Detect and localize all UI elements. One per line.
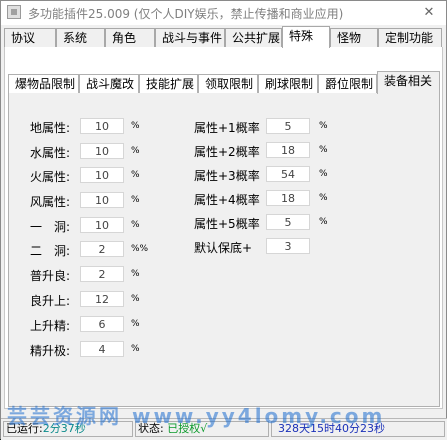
attr-plus5-label: 属性+5概率 bbox=[194, 217, 260, 231]
tab-system[interactable]: 系统 bbox=[56, 28, 105, 47]
main-tab-bar: 协议 系统 角色 战斗与事件 公共扩展 特殊 怪物 定制功能 bbox=[4, 26, 442, 48]
water-attr-label: 水属性: bbox=[30, 146, 71, 160]
socket-two-label: 二 洞: bbox=[30, 244, 71, 258]
normal-to-good-unit: % bbox=[131, 269, 140, 279]
subtab-equipment[interactable]: 装备相关 bbox=[377, 71, 440, 94]
attr-plus2-label: 属性+2概率 bbox=[194, 145, 260, 159]
wind-attr-input[interactable] bbox=[80, 192, 124, 208]
state-value: 已授权√ bbox=[167, 422, 208, 435]
subtab-battle-mod[interactable]: 战斗魔改 bbox=[79, 74, 139, 93]
subtab-rank-limit[interactable]: 爵位限制 bbox=[318, 74, 377, 93]
fire-attr-unit: % bbox=[131, 170, 140, 180]
remaining-cell: 328天15时40分23秒 bbox=[271, 421, 445, 437]
tab-battle-events[interactable]: 战斗与事件 bbox=[155, 28, 225, 47]
sub-tab-bar: 爆物品限制 战斗魔改 技能扩展 领取限制 刷球限制 爵位限制 装备相关 bbox=[8, 71, 440, 94]
attr-plus4-unit: % bbox=[319, 193, 328, 203]
attr-plus1-unit: % bbox=[319, 121, 328, 131]
attr-plus5-input[interactable] bbox=[266, 214, 310, 230]
fine-to-ultimate-unit: % bbox=[131, 344, 140, 354]
attr-plus4-label: 属性+4概率 bbox=[194, 193, 260, 207]
normal-to-good-input[interactable] bbox=[80, 266, 124, 282]
earth-attr-label: 地属性: bbox=[30, 121, 71, 135]
default-floor-label: 默认保底+ bbox=[194, 241, 253, 255]
remaining-time: 328天15时40分23秒 bbox=[278, 422, 385, 435]
tab-protocol[interactable]: 协议 bbox=[4, 28, 56, 47]
state-label: 状态: bbox=[138, 422, 164, 435]
tab-custom[interactable]: 定制功能 bbox=[378, 28, 442, 47]
state-cell: 状态: 已授权√ bbox=[135, 421, 269, 437]
runtime-label: 已运行: bbox=[6, 422, 43, 435]
earth-attr-input[interactable] bbox=[80, 118, 124, 134]
fine-to-ultimate-label: 精升极: bbox=[30, 344, 71, 358]
socket-one-input[interactable] bbox=[80, 217, 124, 233]
water-attr-input[interactable] bbox=[80, 143, 124, 159]
socket-one-unit: % bbox=[131, 220, 140, 230]
normal-to-good-label: 普升良: bbox=[30, 269, 71, 283]
status-bar: 已运行:2分37秒 状态: 已授权√ 328天15时40分23秒 bbox=[1, 418, 447, 440]
title-bar: 多功能插件25.009 (仅个人DIY娱乐，禁止传播和商业应用) ✕ bbox=[1, 1, 446, 25]
good-to-superior-unit: % bbox=[131, 294, 140, 304]
tab-special[interactable]: 特殊 bbox=[282, 26, 330, 48]
superior-to-fine-label: 上升精: bbox=[30, 319, 71, 333]
attr-plus4-input[interactable] bbox=[266, 190, 310, 206]
socket-two-unit: %% bbox=[131, 244, 149, 254]
attr-plus1-input[interactable] bbox=[266, 118, 310, 134]
window-title: 多功能插件25.009 (仅个人DIY娱乐，禁止传播和商业应用) bbox=[28, 7, 344, 21]
good-to-superior-input[interactable] bbox=[80, 291, 124, 307]
superior-to-fine-unit: % bbox=[131, 319, 140, 329]
subtab-skill-ext[interactable]: 技能扩展 bbox=[139, 74, 198, 93]
attr-plus5-unit: % bbox=[319, 217, 328, 227]
fine-to-ultimate-input[interactable] bbox=[80, 341, 124, 357]
attr-plus3-label: 属性+3概率 bbox=[194, 169, 260, 183]
tab-monster[interactable]: 怪物 bbox=[330, 28, 378, 47]
good-to-superior-label: 良升上: bbox=[30, 294, 71, 308]
fire-attr-input[interactable] bbox=[80, 167, 124, 183]
subtab-claim-limit[interactable]: 领取限制 bbox=[198, 74, 258, 93]
socket-two-input[interactable] bbox=[80, 241, 124, 257]
superior-to-fine-input[interactable] bbox=[80, 316, 124, 332]
attr-plus2-input[interactable] bbox=[266, 142, 310, 158]
runtime-value: 2分37秒 bbox=[42, 422, 86, 435]
attr-plus3-unit: % bbox=[319, 169, 328, 179]
app-icon bbox=[7, 5, 21, 19]
attr-plus3-input[interactable] bbox=[266, 166, 310, 182]
plugin-window: 多功能插件25.009 (仅个人DIY娱乐，禁止传播和商业应用) ✕ 协议 系统… bbox=[0, 0, 447, 440]
subtab-ball-limit[interactable]: 刷球限制 bbox=[258, 74, 318, 93]
attr-plus2-unit: % bbox=[319, 145, 328, 155]
attr-plus1-label: 属性+1概率 bbox=[194, 121, 260, 135]
tab-role[interactable]: 角色 bbox=[105, 28, 155, 47]
fire-attr-label: 火属性: bbox=[30, 170, 71, 184]
subtab-drop-limit[interactable]: 爆物品限制 bbox=[8, 74, 79, 93]
earth-attr-unit: % bbox=[131, 121, 140, 131]
socket-one-label: 一 洞: bbox=[30, 220, 71, 234]
default-floor-input[interactable] bbox=[266, 238, 310, 254]
wind-attr-unit: % bbox=[131, 195, 140, 205]
tab-common-ext[interactable]: 公共扩展 bbox=[225, 28, 282, 47]
close-icon[interactable]: ✕ bbox=[418, 3, 440, 23]
wind-attr-label: 风属性: bbox=[30, 195, 71, 209]
water-attr-unit: % bbox=[131, 146, 140, 156]
runtime-cell: 已运行:2分37秒 bbox=[3, 421, 133, 437]
